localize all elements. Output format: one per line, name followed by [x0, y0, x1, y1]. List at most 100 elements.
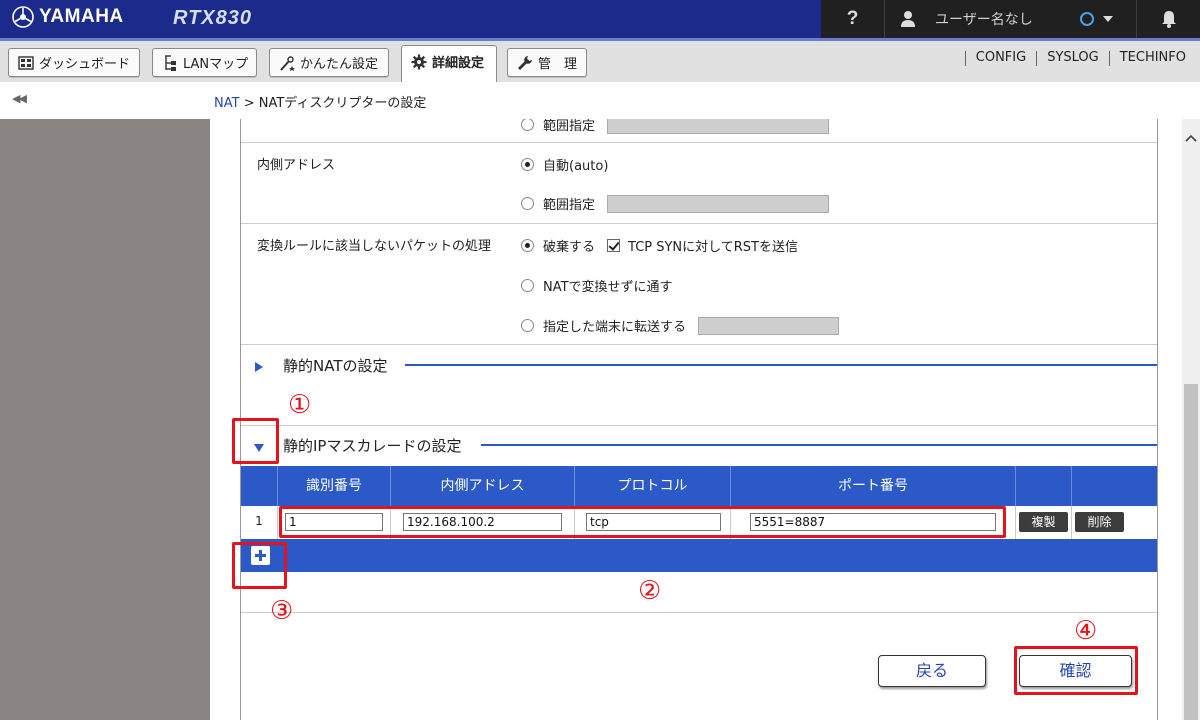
tab-dashboard[interactable]: ダッシュボード: [8, 48, 140, 77]
cell-copy: 複製: [1015, 506, 1071, 539]
breadcrumb-bar: ◀◀ NAT > NATディスクリプターの設定: [0, 82, 1200, 119]
scrollbar-thumb[interactable]: [1184, 384, 1198, 720]
gear-icon: [411, 54, 427, 69]
inner-address-label: 内側アドレス: [257, 158, 336, 173]
annotation-marker-2: ②: [638, 576, 662, 606]
wrench-icon: [518, 55, 532, 70]
tab-management[interactable]: 管 理: [507, 48, 587, 77]
user-icon: [901, 11, 915, 27]
col-header-protocol: プロトコル: [574, 466, 730, 506]
static-nat-section-header[interactable]: 静的NATの設定: [241, 346, 1157, 386]
tab-label: かんたん設定: [300, 57, 379, 72]
row-index: 1: [255, 514, 263, 528]
scroll-up-icon[interactable]: [1184, 131, 1198, 145]
forward-host-input: [698, 316, 840, 335]
lan-map-icon: [165, 54, 176, 71]
add-row-bar: [241, 539, 1157, 572]
top-bar: YAMAHA RTX830 ? ユーザー名なし: [0, 0, 1200, 38]
vertical-scrollbar[interactable]: [1182, 119, 1200, 720]
tab-label: LANマップ: [183, 57, 249, 72]
divider: [241, 612, 1157, 613]
option-label: 指定した端末に転送する: [543, 320, 687, 335]
inner-address-row: 内側アドレス 自動(auto) 範囲指定: [241, 143, 1157, 224]
user-name: ユーザー名なし: [935, 12, 1033, 28]
section-title: 静的IPマスカレードの設定: [283, 437, 462, 455]
radio-button[interactable]: [521, 197, 534, 210]
option-label: 範囲指定: [543, 198, 596, 213]
annotation-marker-4: ④: [1074, 616, 1098, 646]
annotation-marker-3: ③: [270, 596, 294, 626]
radio-button[interactable]: [521, 119, 534, 131]
copy-button[interactable]: 複製: [1019, 512, 1068, 532]
breadcrumb-nat-link[interactable]: NAT: [214, 96, 240, 111]
tab-label: ダッシュボード: [39, 57, 131, 72]
forward-option[interactable]: 指定した端末に転送する: [521, 316, 840, 335]
brand-name: YAMAHA: [39, 6, 124, 27]
help-button[interactable]: ?: [821, 0, 884, 38]
tuning-fork-logo-icon: [12, 6, 34, 28]
main-tab-bar: ダッシュボード LANマップ かんたん設定 詳細設定 管 理 CONFIG SY…: [0, 41, 1200, 83]
option-label: 破棄する: [543, 240, 596, 255]
discard-option[interactable]: 破棄する TCP SYNに対してRSTを送信: [521, 236, 798, 255]
option-label: NATで変換せずに通す: [543, 280, 673, 295]
col-header-empty: [1015, 466, 1071, 506]
cell-delete: 削除: [1071, 506, 1157, 539]
radio-button-selected[interactable]: [521, 239, 534, 252]
notifications-button[interactable]: [1137, 0, 1200, 38]
col-header-port: ポート番号: [730, 466, 1015, 506]
radio-button[interactable]: [521, 279, 534, 292]
utility-links: CONFIG SYSLOG TECHINFO: [964, 50, 1186, 66]
syslog-link[interactable]: SYSLOG: [1037, 50, 1109, 66]
option-label: 自動(auto): [543, 159, 609, 174]
back-button[interactable]: 戻る: [878, 655, 986, 687]
option-label: 範囲指定: [543, 119, 596, 134]
breadcrumb-current: NATディスクリプターの設定: [258, 96, 427, 111]
yamaha-logo: YAMAHA: [12, 6, 124, 28]
range-option[interactable]: 範囲指定: [521, 194, 830, 213]
section-divider-line: [405, 364, 1157, 366]
breadcrumb-separator: >: [243, 96, 255, 111]
auto-option[interactable]: 自動(auto): [521, 155, 608, 174]
techinfo-link[interactable]: TECHINFO: [1110, 50, 1186, 66]
wand-icon: [280, 55, 295, 71]
config-link[interactable]: CONFIG: [966, 50, 1036, 66]
radio-button-selected[interactable]: [521, 158, 534, 171]
checkbox-label: TCP SYNに対してRSTを送信: [628, 240, 798, 255]
tab-label: 管 理: [538, 57, 578, 72]
delete-button[interactable]: 削除: [1075, 512, 1124, 532]
status-ring-icon: [1079, 12, 1094, 26]
expand-arrow-icon: [255, 362, 263, 372]
range-field: [607, 119, 830, 134]
header-tools: ? ユーザー名なし: [821, 0, 1200, 38]
tab-lan-map[interactable]: LANマップ: [152, 48, 257, 77]
section-divider-line: [481, 444, 1157, 446]
bell-icon: [1161, 11, 1176, 28]
col-header-id: 識別番号: [277, 466, 390, 506]
annotation-marker-1: ①: [288, 390, 312, 420]
model-name: RTX830: [173, 7, 253, 29]
tab-advanced-settings[interactable]: 詳細設定: [401, 45, 497, 83]
section-title: 静的NATの設定: [283, 357, 388, 375]
status-indicator[interactable]: [1066, 0, 1126, 38]
tab-easy-setup[interactable]: かんたん設定: [269, 48, 389, 77]
pass-through-option[interactable]: NATで変換せずに通す: [521, 276, 673, 295]
table-header: 識別番号 内側アドレス プロトコル ポート番号: [241, 466, 1157, 506]
col-header-empty: [1071, 466, 1157, 506]
settings-panel: 範囲指定 内側アドレス 自動(auto) 範囲指定 変換ルールに該当しないパケッ…: [240, 119, 1158, 720]
range-input: [607, 194, 830, 213]
previous-setting-row: 範囲指定: [241, 119, 1157, 143]
annotation-box-row-fields: [279, 506, 1006, 538]
annotation-box-expand-toggle: [232, 418, 279, 464]
chevron-down-icon: [1102, 16, 1113, 22]
radio-button[interactable]: [521, 319, 534, 332]
unmatched-packets-row: 変換ルールに該当しないパケットの処理 破棄する TCP SYNに対してRSTを送…: [241, 224, 1157, 345]
static-ip-masquerade-section-header[interactable]: 静的IPマスカレードの設定: [241, 426, 1157, 466]
col-header-inner-address: 内側アドレス: [390, 466, 574, 506]
range-option-previous[interactable]: 範囲指定: [521, 119, 830, 134]
annotation-box-add-button: [232, 542, 287, 589]
annotation-box-confirm: [1014, 646, 1138, 695]
dashboard-icon: [18, 55, 34, 70]
collapse-sidebar-icon[interactable]: ◀◀: [12, 92, 27, 105]
breadcrumb: NAT > NATディスクリプターの設定: [214, 92, 426, 111]
tcp-syn-rst-checkbox[interactable]: [607, 239, 621, 252]
